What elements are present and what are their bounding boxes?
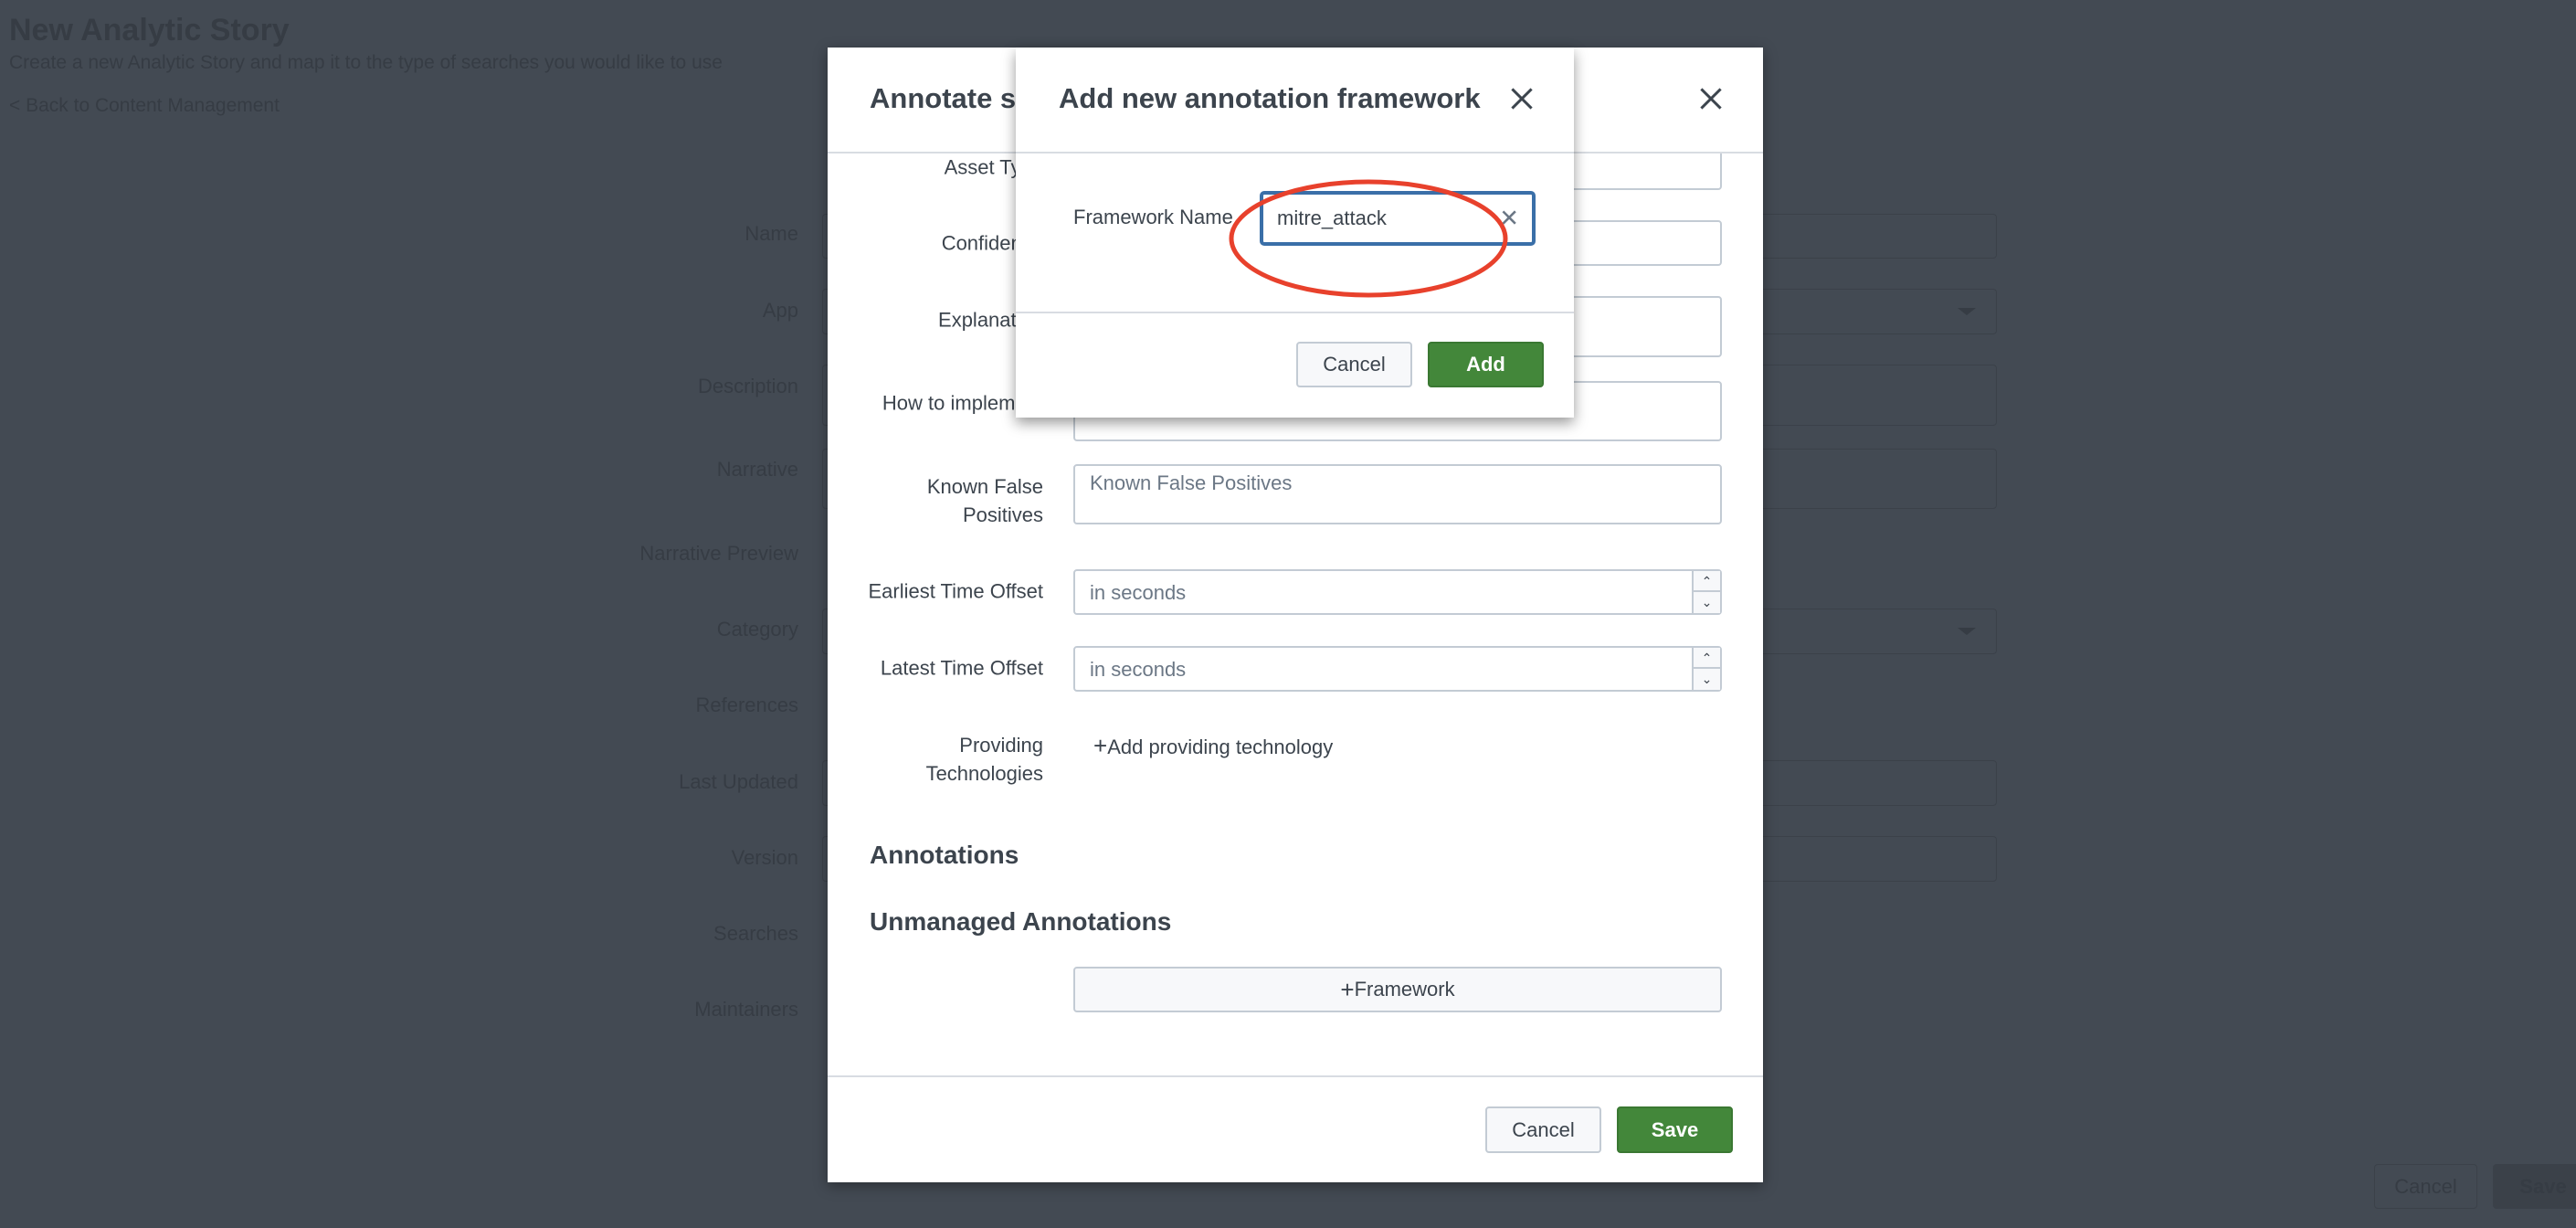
add-framework-modal: Add new annotation framework Framework N… <box>1016 48 1574 418</box>
bg-save-button: Save <box>2493 1164 2576 1209</box>
bg-label-version: Version <box>731 846 798 869</box>
bg-label-name: Name <box>744 222 798 245</box>
bg-label-maintainers: Maintainers <box>694 998 798 1021</box>
label-providing-technologies: Providing Technologies <box>925 734 1043 785</box>
number-stepper[interactable]: ⌃ ⌄ <box>1692 571 1720 613</box>
add-framework-label: Framework <box>1354 978 1455 1000</box>
page-subtitle: Create a new Analytic Story and map it t… <box>9 52 723 73</box>
latest-time-offset-input[interactable]: in seconds ⌃ ⌄ <box>1073 646 1722 692</box>
save-button[interactable]: Save <box>1617 1106 1733 1153</box>
earliest-time-offset-input[interactable]: in seconds ⌃ ⌄ <box>1073 569 1722 615</box>
bg-label-app: App <box>762 299 798 322</box>
label-known-false-positives: Known False Positives <box>926 475 1043 526</box>
number-stepper[interactable]: ⌃ ⌄ <box>1692 648 1720 690</box>
header-divider <box>1016 152 1574 154</box>
caret-down-icon <box>1958 308 1976 315</box>
unmanaged-annotations-heading: Unmanaged Annotations <box>870 907 1172 936</box>
caret-down-icon <box>1958 628 1976 635</box>
annotations-heading: Annotations <box>870 841 1019 869</box>
back-link[interactable]: < Back to Content Management <box>9 95 280 117</box>
bg-cancel-button: Cancel <box>2374 1164 2477 1209</box>
framework-modal-title: Add new annotation framework <box>1059 82 1481 114</box>
bg-label-description: Description <box>697 375 798 397</box>
label-latest-time-offset: Latest Time Offset <box>880 656 1043 680</box>
plus-icon: + <box>1340 975 1355 1003</box>
bg-label-narrative: Narrative <box>716 458 798 481</box>
known-false-positives-input[interactable]: Known False Positives <box>1073 464 1722 524</box>
bg-label-category: Category <box>716 618 798 640</box>
chevron-up-icon[interactable]: ⌃ <box>1694 648 1720 669</box>
chevron-down-icon[interactable]: ⌄ <box>1694 592 1720 613</box>
framework-name-value: mitre_attack <box>1277 206 1387 229</box>
close-icon[interactable] <box>1508 85 1536 112</box>
cancel-button[interactable]: Cancel <box>1485 1106 1601 1153</box>
add-providing-technology-link[interactable]: +Add providing technology <box>1093 732 1333 760</box>
framework-name-input[interactable]: mitre_attack ✕ <box>1260 191 1536 246</box>
close-icon[interactable] <box>1697 85 1725 112</box>
bg-label-last-updated: Last Updated <box>679 770 798 793</box>
chevron-up-icon[interactable]: ⌃ <box>1694 571 1720 592</box>
add-button[interactable]: Add <box>1428 342 1544 387</box>
bg-label-references: References <box>695 693 798 716</box>
cancel-button[interactable]: Cancel <box>1296 342 1412 387</box>
bg-label-narrative-preview: Narrative Preview <box>639 542 798 565</box>
footer-divider <box>1016 312 1574 313</box>
clear-icon[interactable]: ✕ <box>1499 205 1519 233</box>
bg-label-searches: Searches <box>713 922 798 945</box>
add-providing-technology-label: Add providing technology <box>1107 736 1334 758</box>
framework-name-label: Framework Name <box>1073 206 1233 228</box>
placeholder: Known False Positives <box>1090 471 1293 494</box>
add-framework-button[interactable]: + Framework <box>1073 967 1722 1012</box>
plus-icon: + <box>1093 732 1108 759</box>
placeholder: in seconds <box>1090 581 1187 604</box>
page-title: New Analytic Story <box>9 13 290 48</box>
label-earliest-time-offset: Earliest Time Offset <box>868 579 1043 603</box>
footer-divider <box>828 1075 1763 1077</box>
placeholder: in seconds <box>1090 658 1187 681</box>
chevron-down-icon[interactable]: ⌄ <box>1694 669 1720 690</box>
